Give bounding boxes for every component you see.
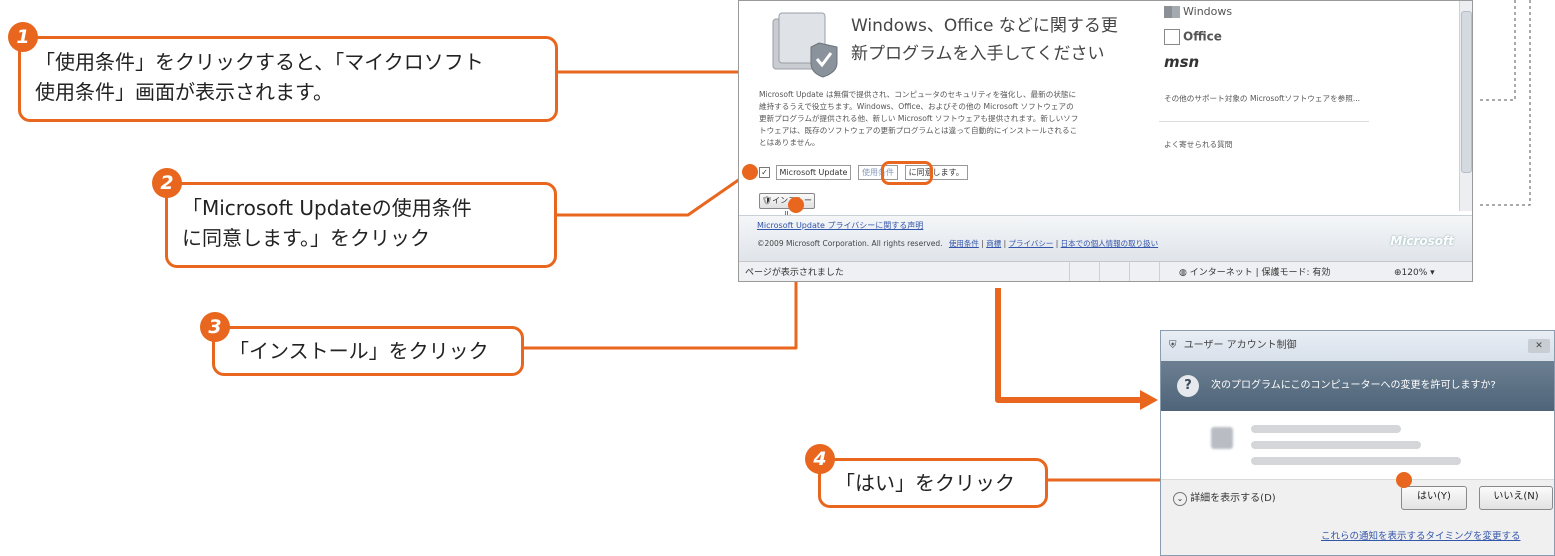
- description-line: とはありません。: [759, 138, 820, 147]
- footer-link-personal-info[interactable]: 日本での個人情報の取り扱い: [1061, 239, 1159, 248]
- step4-badge: 4: [805, 444, 835, 474]
- uac-header: ? 次のプログラムにこのコンピューターへの変更を許可しますか?: [1161, 361, 1554, 411]
- step4-target-dot: [1396, 472, 1412, 488]
- magnifier-icon: ⊕: [1394, 268, 1402, 278]
- step1-badge: 1: [8, 22, 38, 52]
- update-description: Microsoft Update は無償で提供され、コンピュータのセキュリティを…: [759, 89, 1139, 149]
- step4-callout: 「はい」をクリック: [818, 458, 1048, 508]
- privacy-link[interactable]: Microsoft Update プライバシーに関する声明: [757, 220, 923, 231]
- other-software-link[interactable]: その他のサポート対象の Microsoftソフトウェアを参照...: [1164, 93, 1360, 105]
- uac-shield-small-icon: ⛨: [1169, 340, 1177, 351]
- description-line: Microsoft Update は無償で提供され、コンピュータのセキュリティを…: [759, 90, 1077, 99]
- close-icon[interactable]: ✕: [1528, 339, 1550, 353]
- windows-logo: Windows: [1164, 5, 1232, 18]
- faq-link[interactable]: よく寄せられる質問: [1164, 139, 1232, 151]
- divider: [1159, 121, 1369, 122]
- status-text: ページが表示されました: [745, 268, 844, 278]
- msn-logo: msn: [1164, 53, 1200, 71]
- step1-text-line2: 使用条件」画面が表示されます。: [35, 80, 333, 104]
- copyright-row: ©2009 Microsoft Corporation. All rights …: [757, 239, 1159, 248]
- page-footer: Microsoft Update プライバシーに関する声明 ©2009 Micr…: [739, 215, 1472, 262]
- office-icon: [1164, 29, 1180, 45]
- windows-flag-icon: [1164, 6, 1180, 18]
- update-heading-line2: 新プログラムを入手してください: [851, 44, 1105, 64]
- step4-text: 「はい」をクリック: [835, 471, 1015, 495]
- step2-text-line1: 「Microsoft Updateの使用条件: [182, 196, 472, 220]
- notify-settings-link[interactable]: これらの通知を表示するタイミングを変更する: [1321, 528, 1521, 542]
- footer-link-trademarks[interactable]: 商標: [986, 239, 1001, 248]
- status-bar: ページが表示されました ◍ インターネット | 保護モード: 有効 ⊕120% …: [739, 261, 1472, 281]
- globe-icon: ◍: [1179, 268, 1187, 278]
- step3-badge: 3: [200, 312, 230, 342]
- agree-checkbox[interactable]: ✓: [759, 167, 770, 178]
- install-shield-icon: 🛡: [762, 196, 773, 205]
- update-heading-line1: Windows、Office などに関する更: [851, 16, 1118, 36]
- step2-callout: 「Microsoft Updateの使用条件 に同意します。」をクリック: [165, 182, 557, 268]
- no-button[interactable]: いいえ(N): [1479, 486, 1553, 510]
- footer-brand: Microsoft: [1390, 234, 1454, 248]
- step1-text-line1: 「使用条件」をクリックすると、「マイクロソフト: [35, 50, 484, 74]
- footer-link-privacy[interactable]: プライバシー: [1008, 239, 1053, 248]
- details-toggle[interactable]: ⌄ 詳細を表示する(D): [1173, 489, 1276, 506]
- yes-button[interactable]: はい(Y): [1401, 486, 1467, 510]
- uac-footer: ⌄ 詳細を表示する(D) はい(Y) いいえ(N) これらの通知を表示するタイミ…: [1161, 479, 1554, 555]
- step2-badge: 2: [152, 168, 182, 198]
- step2-target-dot: [742, 164, 758, 180]
- copyright-text: ©2009 Microsoft Corporation. All rights …: [757, 239, 943, 248]
- uac-shield-icon: ?: [1177, 375, 1199, 397]
- description-line: 更新プログラムが提供される他、新しい Microsoft ソフトウェアも提供され…: [759, 114, 1079, 123]
- step2-text-line2: に同意します。」をクリック: [182, 226, 430, 250]
- zoom-control[interactable]: ⊕120% ▾: [1394, 262, 1435, 281]
- browser-window: Windows、Office などに関する更 新プログラムを入手してください W…: [738, 0, 1473, 282]
- vertical-scrollbar[interactable]: [1459, 1, 1472, 211]
- scroll-thumb[interactable]: [1461, 11, 1472, 173]
- chevron-down-icon: ⌄: [1173, 492, 1187, 506]
- install-button[interactable]: 🛡インストール: [759, 193, 815, 219]
- uac-dialog: ⛨ ユーザー アカウント制御 ✕ ? 次のプログラムにこのコンピューターへの変更…: [1160, 330, 1555, 556]
- step1-callout: 「使用条件」をクリックすると、「マイクロソフト 使用条件」画面が表示されます。: [18, 36, 558, 122]
- description-line: 維持するうえで役立ちます。Windows、Office、およびその他の Micr…: [759, 102, 1074, 111]
- program-icon: [1211, 427, 1233, 449]
- agree-row: ✓ Microsoft Update 使用条件 に同意します。: [759, 165, 968, 181]
- terms-highlight: [881, 161, 933, 185]
- office-logo: Office: [1164, 29, 1222, 45]
- uac-question: 次のプログラムにこのコンピューターへの変更を許可しますか?: [1211, 380, 1496, 391]
- agree-checkbox-label: Microsoft Update: [775, 165, 852, 180]
- step3-target-dot: [788, 197, 804, 213]
- footer-link-terms[interactable]: 使用条件: [949, 239, 979, 248]
- uac-titlebar: ⛨ ユーザー アカウント制御 ✕: [1161, 331, 1554, 361]
- update-package-icon: [767, 9, 843, 79]
- step3-callout: 「インストール」をクリック: [212, 326, 524, 376]
- description-line: トウェアは、既存のソフトウェアの更新プログラムとは違って自動的にインストールされ…: [759, 126, 1078, 135]
- internet-zone-status: ◍ インターネット | 保護モード: 有効: [1179, 268, 1331, 278]
- step3-text: 「インストール」をクリック: [229, 339, 489, 363]
- uac-title: ユーザー アカウント制御: [1183, 340, 1297, 351]
